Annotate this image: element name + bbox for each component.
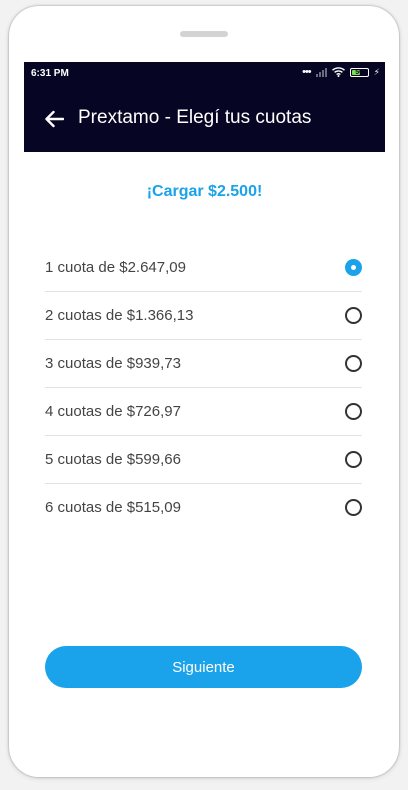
signal-dots-icon: ••• [302, 66, 312, 78]
charging-icon: ⚡ [373, 67, 380, 77]
arrow-left-icon[interactable] [44, 110, 64, 128]
loan-amount-heading: ¡Cargar $2.500! [146, 183, 263, 200]
page-title: Prextamo - Elegí tus cuotas [78, 107, 312, 128]
installment-option-2[interactable]: 2 cuotas de $1.366,13 [45, 292, 362, 340]
radio-button[interactable] [345, 451, 362, 468]
cell-signal-icon [315, 67, 327, 77]
status-time: 6:31 PM [31, 68, 69, 79]
phone-speaker [180, 31, 228, 37]
battery-icon: 50 [349, 67, 369, 77]
radio-button[interactable] [345, 259, 362, 276]
radio-button[interactable] [345, 403, 362, 420]
app-screen: 6:31 PM ••• 50 ⚡ Prextamo - Elegí tus cu… [24, 62, 385, 777]
installment-option-label: 3 cuotas de $939,73 [45, 355, 181, 372]
installment-option-label: 4 cuotas de $726,97 [45, 403, 181, 420]
installment-option-1[interactable]: 1 cuota de $2.647,09 [45, 244, 362, 292]
phone-frame: 6:31 PM ••• 50 ⚡ Prextamo - Elegí tus cu… [9, 6, 399, 777]
battery-percent: 50 [355, 68, 364, 76]
radio-button[interactable] [345, 499, 362, 516]
installment-option-label: 5 cuotas de $599,66 [45, 451, 181, 468]
installment-option-5[interactable]: 5 cuotas de $599,66 [45, 436, 362, 484]
wifi-icon [331, 67, 345, 77]
status-bar: 6:31 PM ••• 50 ⚡ [24, 62, 385, 86]
installment-option-label: 2 cuotas de $1.366,13 [45, 307, 194, 324]
installment-option-6[interactable]: 6 cuotas de $515,09 [45, 484, 362, 531]
installment-options-list: 1 cuota de $2.647,09 2 cuotas de $1.366,… [45, 244, 362, 531]
installment-option-label: 1 cuota de $2.647,09 [45, 259, 186, 276]
installment-option-label: 6 cuotas de $515,09 [45, 499, 181, 516]
app-bar: Prextamo - Elegí tus cuotas [24, 86, 385, 152]
installment-option-3[interactable]: 3 cuotas de $939,73 [45, 340, 362, 388]
next-button[interactable]: Siguiente [45, 646, 362, 688]
status-icons: ••• 50 ⚡ [302, 66, 380, 78]
radio-button[interactable] [345, 307, 362, 324]
installment-option-4[interactable]: 4 cuotas de $726,97 [45, 388, 362, 436]
radio-button[interactable] [345, 355, 362, 372]
